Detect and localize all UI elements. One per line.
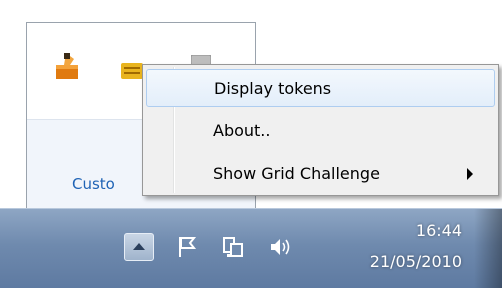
menu-item-label: Show Grid Challenge: [213, 164, 380, 183]
tray-context-menu: Display tokens About.. Show Grid Challen…: [142, 64, 499, 196]
menu-item-label: Display tokens: [214, 79, 332, 98]
chevron-up-icon[interactable]: [124, 233, 154, 261]
volume-icon[interactable]: [269, 236, 295, 258]
menu-item-show-grid-challenge[interactable]: Show Grid Challenge: [146, 155, 495, 193]
card-icon[interactable]: [121, 63, 143, 79]
menu-item-display-tokens[interactable]: Display tokens: [146, 69, 495, 107]
network-icon[interactable]: [222, 236, 244, 258]
menu-item-label: About..: [213, 121, 271, 140]
show-desktop-edge[interactable]: [474, 209, 502, 288]
clock-time[interactable]: 16:44: [322, 221, 462, 240]
submenu-arrow-icon: [467, 168, 473, 180]
tokens-app-icon[interactable]: [54, 51, 82, 81]
menu-item-about[interactable]: About..: [146, 112, 495, 150]
action-center-flag-icon[interactable]: [177, 236, 197, 258]
customize-link[interactable]: Custo: [72, 175, 115, 193]
clock-date[interactable]: 21/05/2010: [322, 252, 462, 271]
taskbar: 16:44 21/05/2010: [0, 208, 502, 288]
